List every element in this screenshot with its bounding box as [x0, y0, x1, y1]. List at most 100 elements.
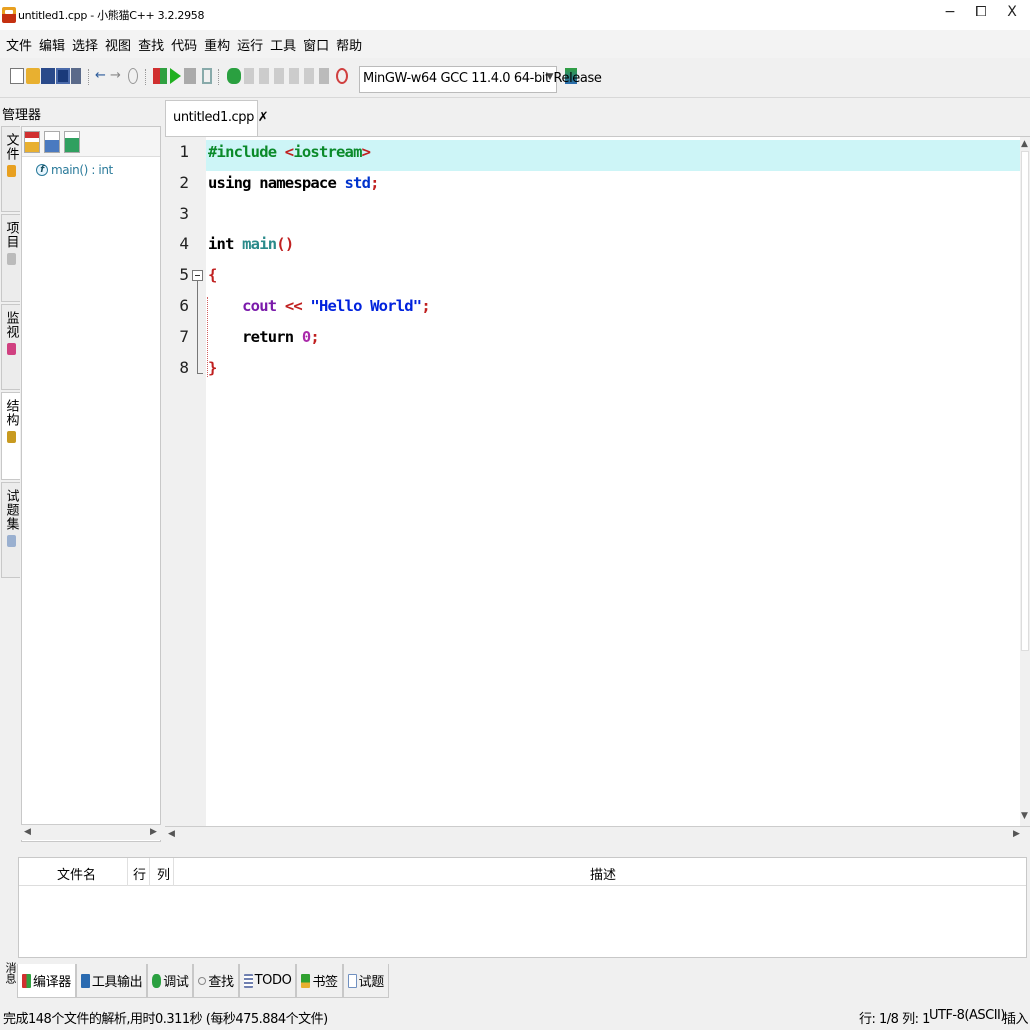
close-file-icon[interactable] — [71, 68, 81, 84]
col-column[interactable]: 列 — [157, 864, 170, 883]
scroll-thumb[interactable] — [1021, 151, 1029, 651]
code-line[interactable]: return 0; — [208, 328, 320, 346]
code-token: { — [208, 266, 217, 285]
tab-project[interactable]: 项目 — [1, 214, 20, 302]
code-token: ; — [370, 173, 379, 192]
code-token: "Hello World" — [310, 297, 422, 315]
find-icon[interactable] — [128, 68, 138, 84]
undo-icon[interactable]: ← — [95, 68, 109, 84]
open-folder-icon[interactable] — [26, 68, 40, 84]
scroll-right-icon[interactable]: ▶ — [1013, 829, 1020, 839]
scroll-left-icon[interactable]: ◀ — [24, 827, 31, 837]
editor-hscrollbar[interactable]: ◀ ▶ — [165, 826, 1030, 842]
tab-problem-set[interactable]: 试题集 — [1, 482, 20, 578]
cursor-position: 行: 1/8 列: 1 — [859, 1012, 930, 1027]
menu-run[interactable]: 运行 — [236, 35, 264, 54]
col-description[interactable]: 描述 — [590, 864, 616, 883]
menu-select[interactable]: 选择 — [71, 35, 99, 54]
col-line[interactable]: 行 — [133, 864, 146, 883]
step-out-icon[interactable] — [274, 68, 284, 84]
code-line[interactable]: int main() — [208, 235, 294, 254]
tab-structure[interactable]: 结构 — [1, 392, 20, 480]
compile-run-icon[interactable] — [184, 68, 196, 84]
step-over-icon[interactable] — [244, 68, 254, 84]
tab-untitled1[interactable]: untitled1.cpp ✗ — [165, 100, 269, 136]
structure-toolbar — [22, 127, 160, 157]
code-token: main — [242, 235, 277, 254]
tab-tool-output[interactable]: 工具输出 — [75, 964, 148, 998]
tab-bookmarks[interactable]: 书签 — [296, 964, 343, 998]
scroll-right-icon[interactable]: ▶ — [150, 827, 157, 837]
structure-scrollbar[interactable]: ◀ ▶ — [21, 824, 161, 840]
code-line[interactable]: { — [208, 266, 217, 284]
run-to-cursor-icon[interactable] — [289, 68, 299, 84]
code-line[interactable]: using namespace std; — [208, 174, 379, 192]
line-number: 2 — [179, 172, 189, 192]
file-encoding[interactable]: UTF-8(ASCII) — [929, 1008, 1005, 1023]
menu-view[interactable]: 视图 — [104, 35, 132, 54]
insert-mode: 插入 — [1003, 1012, 1029, 1027]
redo-icon[interactable]: → — [110, 68, 124, 84]
compiler-select-value: MinGW-w64 GCC 11.4.0 64-bit Release — [363, 71, 602, 86]
tab-bookmarks-label: 书签 — [312, 975, 338, 990]
debug-icon[interactable] — [227, 68, 241, 84]
profile-icon[interactable] — [336, 68, 348, 84]
menu-file[interactable]: 文件 — [5, 35, 33, 54]
compiler-icon — [22, 973, 31, 988]
new-file-icon[interactable] — [10, 68, 24, 84]
scroll-down-icon[interactable]: ▼ — [1021, 811, 1028, 821]
tab-todo-label: TODO — [254, 973, 292, 988]
line-number: 8 — [179, 357, 189, 377]
fold-collapse-icon[interactable] — [192, 270, 203, 281]
code-line[interactable]: cout << "Hello World"; — [208, 297, 431, 315]
tab-todo[interactable]: TODO — [238, 964, 297, 998]
minimize-button[interactable]: − — [935, 4, 965, 20]
rebuild-icon[interactable] — [202, 68, 212, 84]
run-icon[interactable] — [170, 68, 181, 84]
continue-icon[interactable] — [304, 68, 314, 84]
save-icon[interactable] — [41, 68, 55, 84]
tab-problem[interactable]: 试题 — [342, 964, 389, 998]
tab-compiler[interactable]: 编译器 — [17, 964, 76, 998]
tab-watch[interactable]: 监视 — [1, 304, 20, 390]
stop-icon[interactable] — [319, 68, 329, 84]
compile-icon[interactable] — [153, 68, 167, 84]
editor-vscrollbar[interactable]: ▲ ▼ — [1020, 137, 1030, 826]
menu-tools[interactable]: 工具 — [269, 35, 297, 54]
tab-files-label: 文件 — [3, 133, 19, 161]
tab-close-icon[interactable]: ✗ — [258, 110, 269, 125]
sort-alpha-icon[interactable] — [44, 130, 60, 153]
code-line[interactable]: #include <iostream> — [208, 143, 371, 161]
scroll-left-icon[interactable]: ◀ — [168, 829, 175, 839]
tab-search[interactable]: 查找 — [193, 964, 239, 998]
restore-button[interactable]: ⧠ — [966, 4, 996, 20]
step-into-icon[interactable] — [259, 68, 269, 84]
compiler-select[interactable]: MinGW-w64 GCC 11.4.0 64-bit Release ▼ — [359, 66, 602, 93]
tree-item-main[interactable]: f main() : int — [36, 163, 113, 177]
close-button[interactable]: X — [997, 4, 1027, 20]
sort-by-type-icon[interactable] — [24, 130, 40, 153]
menu-search[interactable]: 查找 — [137, 35, 165, 54]
todo-icon — [243, 973, 253, 988]
code-editor[interactable]: 1 2 3 4 5 6 7 8 #include <iostream> using namesp… — [165, 136, 1030, 827]
tab-structure-label: 结构 — [3, 399, 19, 427]
code-line[interactable]: } — [208, 359, 217, 377]
manager-title: 管理器 — [2, 108, 42, 123]
menu-help[interactable]: 帮助 — [335, 35, 363, 54]
tab-debug-label: 调试 — [163, 975, 189, 990]
menu-code[interactable]: 代码 — [170, 35, 198, 54]
show-inherited-icon[interactable] — [64, 130, 80, 153]
toolbar-separator — [88, 69, 89, 85]
tab-files[interactable]: 文件 — [1, 126, 20, 212]
tree-item-label: main() : int — [51, 163, 113, 177]
menu-window[interactable]: 窗口 — [302, 35, 330, 54]
bookmark-icon — [301, 973, 311, 988]
scroll-up-icon[interactable]: ▲ — [1021, 139, 1028, 149]
col-filename[interactable]: 文件名 — [57, 864, 96, 883]
menu-refactor[interactable]: 重构 — [203, 35, 231, 54]
tab-debug[interactable]: 调试 — [147, 964, 194, 998]
save-all-icon[interactable] — [56, 68, 70, 84]
menu-edit[interactable]: 编辑 — [38, 35, 66, 54]
code-area[interactable]: #include <iostream> using namespace std; i… — [206, 137, 1020, 827]
